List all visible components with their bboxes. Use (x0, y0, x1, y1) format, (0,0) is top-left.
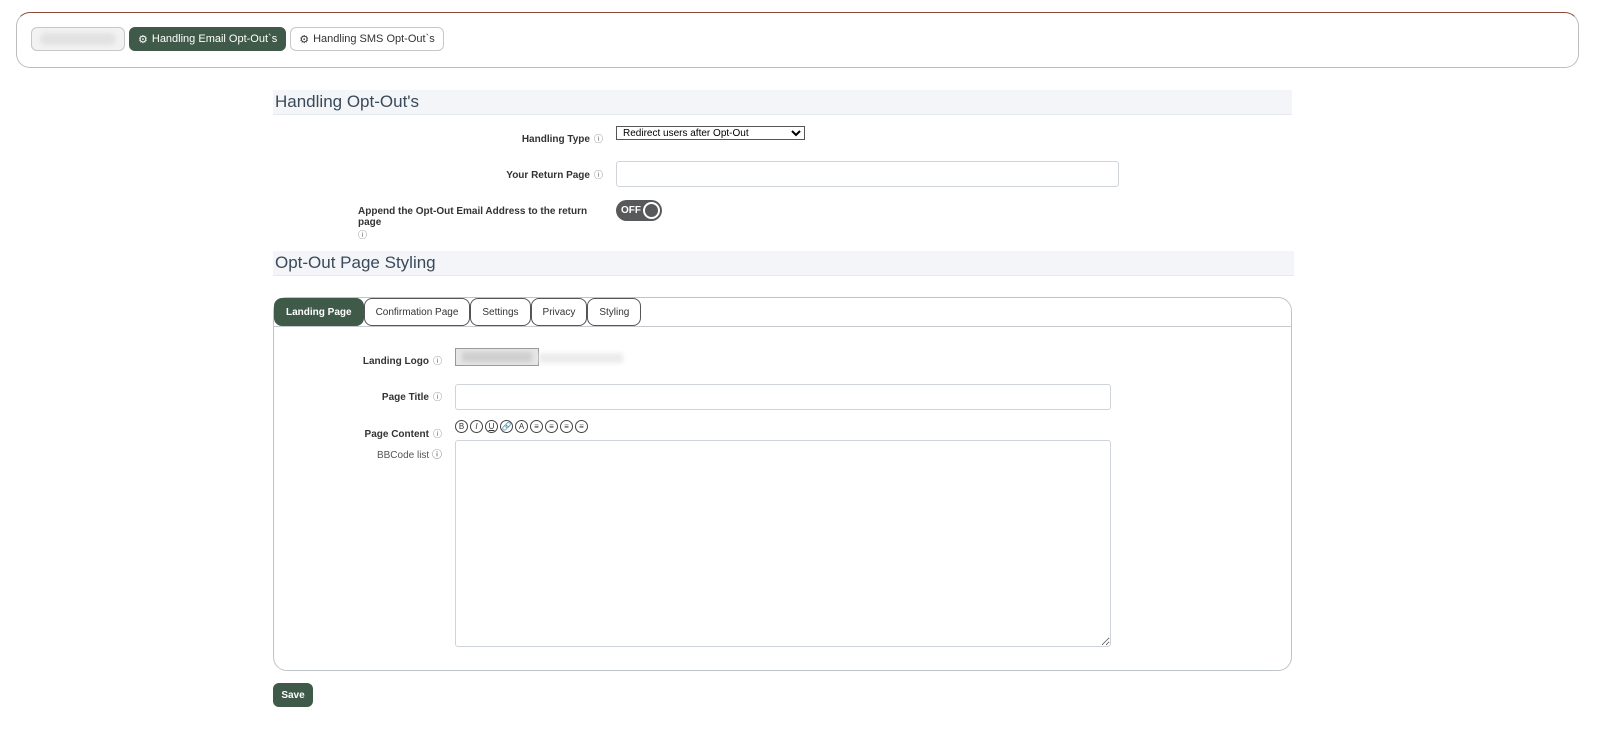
help-icon[interactable]: ⓘ (433, 429, 442, 439)
main-content: Handling Opt-Out's Handling Type ⓘ Redire… (273, 90, 1294, 707)
tab-settings[interactable]: Settings (470, 298, 531, 326)
tab-handling-sms-opt-outs[interactable]: ⚙ Handling SMS Opt-Out`s (290, 27, 444, 51)
gears-icon: ⚙ (138, 33, 148, 46)
underline-icon[interactable]: U (485, 420, 498, 433)
toggle-knob (643, 202, 660, 219)
italic-icon[interactable]: I (470, 420, 483, 433)
save-button[interactable]: Save (273, 683, 313, 707)
blurred-label (40, 33, 116, 45)
help-icon[interactable]: ⓘ (358, 230, 367, 240)
page-title-label: Page Title ⓘ (381, 392, 442, 403)
tab-styling[interactable]: Styling (587, 298, 642, 326)
align-left-icon[interactable]: ≡ (545, 420, 558, 433)
tab-handling-email-opt-outs[interactable]: ⚙ Handling Email Opt-Out`s (129, 27, 287, 51)
tab-landing-page[interactable]: Landing Page (274, 298, 364, 326)
append-email-label: Append the Opt-Out Email Address to the … (358, 206, 588, 240)
top-tab-blurred[interactable] (31, 27, 125, 51)
tab-confirmation-page[interactable]: Confirmation Page (363, 298, 471, 326)
return-page-label: Your Return Page ⓘ (506, 170, 603, 181)
handling-type-select[interactable]: Redirect users after Opt-Out (616, 126, 805, 140)
styling-tabs-panel: Landing Page Confirmation Page Settings … (273, 297, 1292, 671)
toggle-state: OFF (621, 205, 641, 216)
bbcode-toolbar: B I U 🔗 A ≡ ≡ ≡ ≡ (455, 420, 588, 433)
align-right-icon[interactable]: ≡ (560, 420, 573, 433)
link-icon[interactable]: 🔗 (500, 420, 513, 433)
top-tab-panel: ⚙ Handling Email Opt-Out`s ⚙ Handling SM… (16, 12, 1579, 68)
tab-divider (274, 326, 1291, 327)
page-content-label: Page Content ⓘ (364, 429, 442, 440)
help-icon[interactable]: ⓘ (594, 170, 603, 180)
top-tabs: ⚙ Handling Email Opt-Out`s ⚙ Handling SM… (31, 27, 444, 51)
tab-privacy[interactable]: Privacy (530, 298, 588, 326)
page-content-textarea[interactable] (455, 440, 1111, 647)
help-icon[interactable]: ⓘ (594, 134, 603, 144)
font-color-icon[interactable]: A (515, 420, 528, 433)
align-justify-icon[interactable]: ≡ (575, 420, 588, 433)
page-title-input[interactable] (455, 384, 1111, 410)
bold-icon[interactable]: B (455, 420, 468, 433)
tab-label: Handling SMS Opt-Out`s (313, 33, 435, 45)
return-page-input[interactable] (616, 161, 1119, 187)
styling-tab-strip: Landing Page Confirmation Page Settings … (274, 298, 642, 326)
help-icon[interactable]: ⓘ (433, 356, 442, 366)
blurred-filename (539, 353, 623, 363)
align-center-icon[interactable]: ≡ (530, 420, 543, 433)
section-title-handling: Handling Opt-Out's (273, 90, 1292, 115)
help-icon[interactable]: ⓘ (433, 392, 442, 402)
bbcode-list-link[interactable]: BBCode list ⓘ (377, 446, 442, 461)
landing-logo-label: Landing Logo ⓘ (362, 356, 442, 367)
tab-label: Handling Email Opt-Out`s (151, 33, 278, 45)
info-icon: ⓘ (432, 450, 442, 461)
blurred-logo (462, 352, 532, 362)
landing-logo-upload[interactable] (455, 348, 539, 366)
section-title-styling: Opt-Out Page Styling (273, 251, 1294, 276)
append-email-toggle[interactable]: OFF (616, 200, 662, 221)
handling-type-label: Handling Type ⓘ (521, 134, 603, 145)
gears-icon: ⚙ (299, 33, 310, 46)
